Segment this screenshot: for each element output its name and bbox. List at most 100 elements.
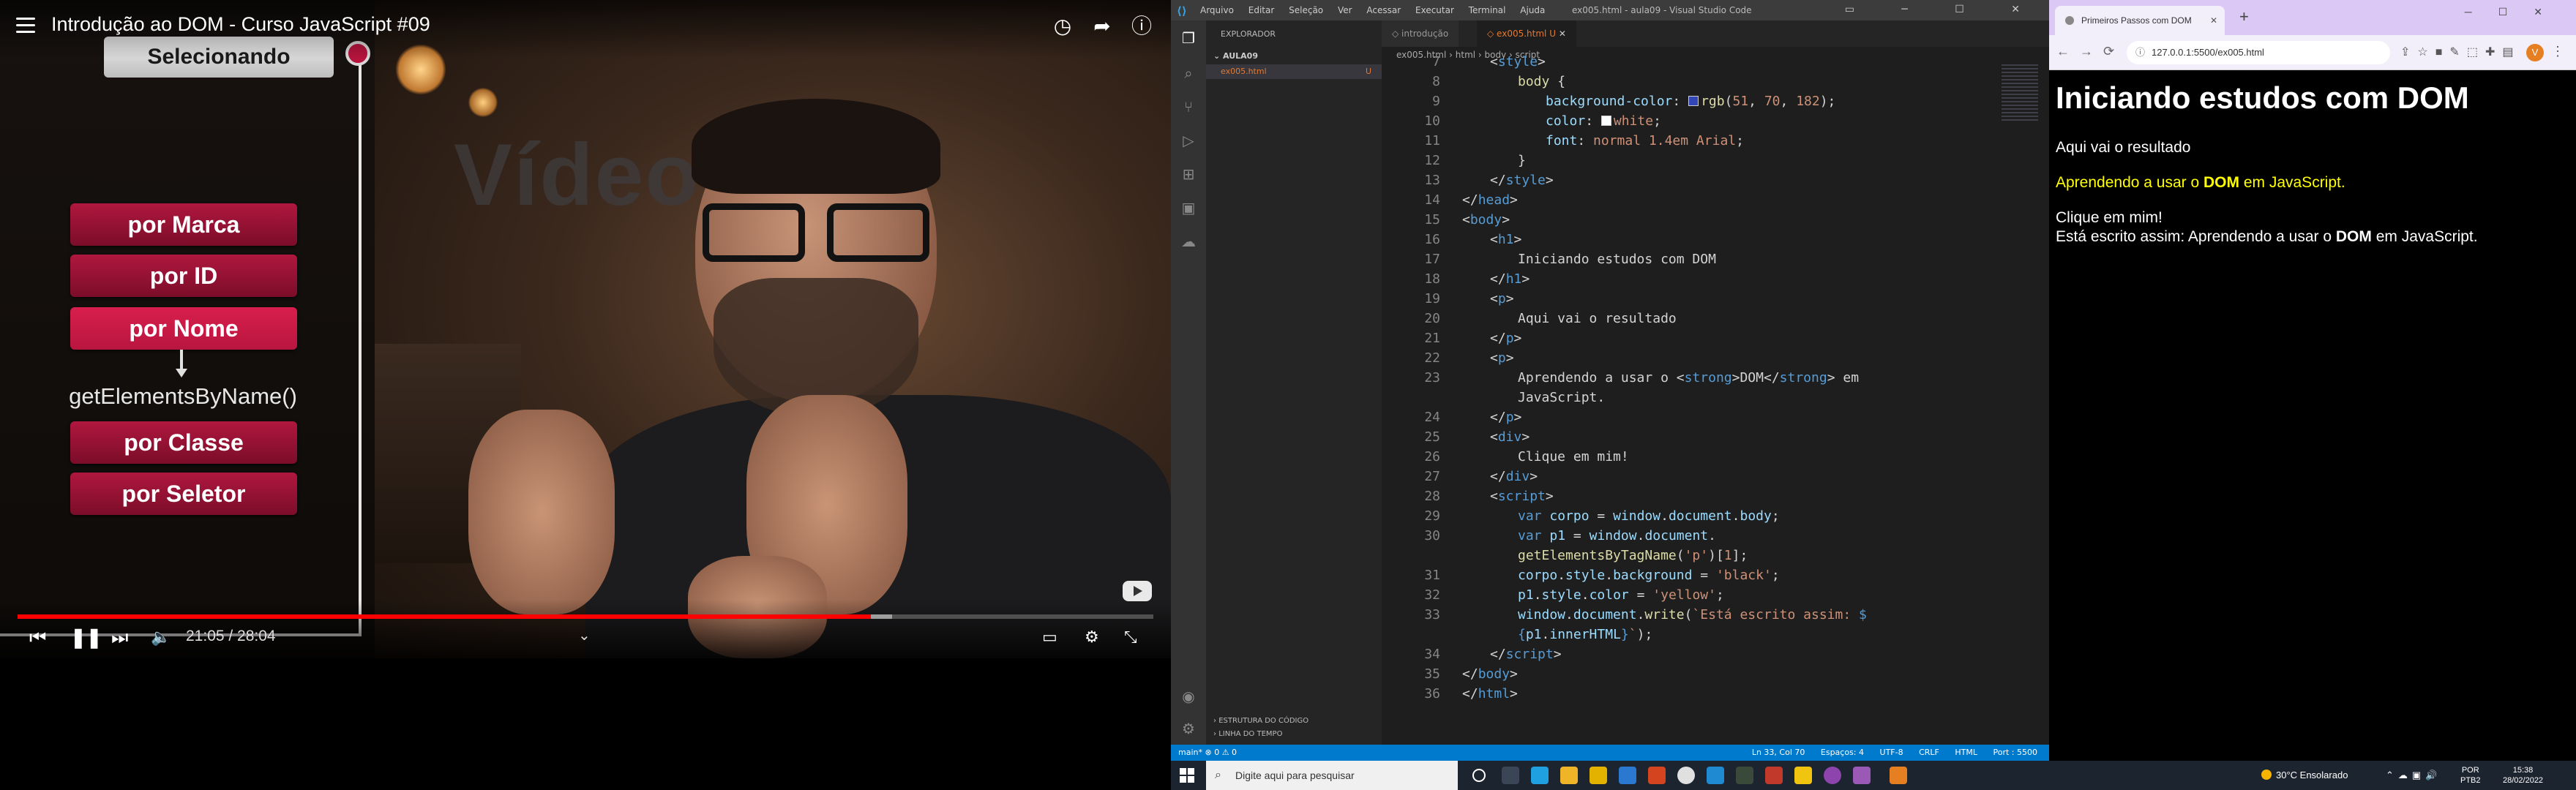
system-tray-icons[interactable]: ⌃☁▣🔊 <box>2386 770 2441 781</box>
close-icon[interactable]: ✕ <box>2210 6 2217 35</box>
app-icon[interactable] <box>1794 767 1812 784</box>
code-line[interactable]: </h1> <box>1490 271 1530 287</box>
menu-item[interactable]: Executar <box>1415 5 1454 15</box>
manage-gear-icon[interactable]: ⚙ <box>1180 720 1197 737</box>
menu-item[interactable]: Ajuda <box>1520 5 1545 15</box>
code-line[interactable]: var corpo = window.document.body; <box>1518 508 1780 524</box>
window-controls[interactable]: ─☐✕ <box>2465 6 2569 18</box>
more-menu-icon[interactable]: ⋮ <box>2551 44 2564 59</box>
code-line[interactable]: <body> <box>1462 212 1510 227</box>
address-bar[interactable]: ⓘ 127.0.0.1:5500/ex005.html <box>2127 41 2390 64</box>
app-icon[interactable] <box>1765 767 1783 784</box>
subtitles-icon[interactable]: ▭ <box>1042 626 1057 648</box>
volume-icon[interactable]: 🔈 <box>151 626 171 648</box>
tab-ex005[interactable]: ◇ ex005.html U ✕ <box>1477 20 1576 47</box>
indentation[interactable]: Espaços: 4 <box>1821 748 1864 757</box>
app-icon[interactable] <box>1853 767 1871 784</box>
next-icon[interactable]: ⏭ <box>111 626 128 648</box>
menu-item[interactable]: Acessar <box>1366 5 1401 15</box>
line-ending[interactable]: CRLF <box>1919 748 1939 757</box>
code-line[interactable]: <p> <box>1490 291 1514 306</box>
task-view-icon[interactable] <box>1502 767 1519 784</box>
chevron-down-icon[interactable]: ⌄ <box>578 626 591 644</box>
code-line[interactable]: Iniciando estudos com DOM <box>1518 252 1716 267</box>
playlist-menu-icon[interactable] <box>16 18 35 34</box>
menu-item[interactable]: Terminal <box>1469 5 1506 15</box>
app-icon[interactable] <box>1736 767 1753 784</box>
edge-icon[interactable] <box>1531 767 1549 784</box>
settings-icon[interactable]: ⚙ <box>1085 626 1099 648</box>
language-mode[interactable]: HTML <box>1955 748 1977 757</box>
code-line[interactable]: p1.style.color = 'yellow'; <box>1518 587 1724 603</box>
windows-start-icon[interactable] <box>1180 768 1194 783</box>
code-line[interactable]: </html> <box>1462 686 1518 701</box>
code-line[interactable]: background-color: rgb(51, 70, 182); <box>1546 94 1835 109</box>
code-line[interactable]: <style> <box>1490 54 1546 69</box>
share-icon[interactable]: ➦ <box>1089 13 1115 40</box>
code-line[interactable]: </p> <box>1490 410 1521 425</box>
code-line[interactable]: JavaScript. <box>1518 390 1605 405</box>
code-line[interactable]: color: white; <box>1546 113 1661 129</box>
remote-icon[interactable]: ▣ <box>1180 199 1197 217</box>
code-editor[interactable]: 7 <style> 8 body {9 background-color: rgb(51… <box>1382 54 2049 745</box>
menu-item[interactable]: Seleção <box>1289 5 1323 15</box>
code-line[interactable]: </div> <box>1490 469 1538 484</box>
account-icon[interactable]: ◉ <box>1180 688 1197 705</box>
code-line[interactable]: </head> <box>1462 192 1518 208</box>
encoding[interactable]: UTF-8 <box>1880 748 1903 757</box>
video-title[interactable]: Introdução ao DOM - Curso JavaScript #09 <box>51 13 430 36</box>
code-line[interactable]: <div> <box>1490 429 1530 445</box>
code-line[interactable]: Aprendendo a usar o <strong>DOM</strong>… <box>1518 370 1859 385</box>
extensions-icon[interactable]: ⊞ <box>1180 165 1197 183</box>
site-info-icon[interactable]: ⓘ <box>2135 41 2145 64</box>
cursor-position[interactable]: Ln 33, Col 70 <box>1752 748 1805 757</box>
video-player[interactable]: Selecionando por Marca por ID por Nome g… <box>0 0 1171 658</box>
previous-icon[interactable]: ⏮ <box>29 626 46 648</box>
navigation-buttons[interactable]: ←→⟳ <box>2056 44 2124 59</box>
app-icon[interactable] <box>1890 767 1907 784</box>
code-line[interactable]: getElementsByTagName('p')[1]; <box>1518 548 1748 563</box>
status-left[interactable]: main* ⊗ 0 ⚠ 0 <box>1178 745 1237 761</box>
code-line[interactable]: Clique em mim! <box>1518 449 1629 464</box>
browser-tab[interactable]: Primeiros Passos com DOM ✕ <box>2055 6 2225 35</box>
breadcrumb[interactable]: ex005.html › html › body › script <box>1382 47 2049 63</box>
fullscreen-exit-icon[interactable]: ⤡ <box>1124 626 1137 648</box>
minimap[interactable] <box>2002 64 2038 123</box>
tab-introducao[interactable]: ◇ introdução <box>1382 20 1459 47</box>
office-icon[interactable] <box>1648 767 1666 784</box>
docker-icon[interactable]: ☁ <box>1180 233 1197 250</box>
taskbar-search-input[interactable]: ⌕ Digite aqui para pesquisar <box>1206 761 1458 790</box>
mail-icon[interactable] <box>1619 767 1636 784</box>
source-control-icon[interactable]: ⑂ <box>1180 98 1197 116</box>
weather-widget[interactable]: 30°C Ensolarado <box>2261 770 2348 780</box>
store-icon[interactable] <box>1590 767 1607 784</box>
breadcrumb-item[interactable]: html <box>1456 50 1475 60</box>
cortana-icon[interactable] <box>1472 769 1486 782</box>
youtube-logo-icon[interactable] <box>1123 581 1152 601</box>
close-icon[interactable]: ✕ <box>1559 29 1566 39</box>
pause-icon[interactable]: ❚❚ <box>70 626 102 648</box>
menu-item[interactable]: Ver <box>1338 5 1352 15</box>
vscode-taskbar-icon[interactable] <box>1707 767 1724 784</box>
code-line[interactable]: var p1 = window.document. <box>1518 528 1716 543</box>
run-debug-icon[interactable]: ▷ <box>1180 132 1197 149</box>
avatar[interactable]: V <box>2526 44 2544 61</box>
watch-later-icon[interactable]: ◷ <box>1049 13 1076 40</box>
code-line[interactable]: Aqui vai o resultado <box>1518 311 1677 326</box>
code-line[interactable]: font: normal 1.4em Arial; <box>1546 133 1744 148</box>
code-line[interactable]: </style> <box>1490 173 1554 188</box>
clickable-div[interactable]: Clique em mim! <box>2056 209 2163 227</box>
extension-icons[interactable]: ⇪☆■✎⬚✚▤ <box>2400 45 2520 59</box>
timeline-section[interactable]: › LINHA DO TEMPO <box>1213 730 1282 738</box>
code-line[interactable]: <p> <box>1490 350 1514 366</box>
file-explorer-icon[interactable] <box>1560 767 1578 784</box>
code-line[interactable]: <script> <box>1490 489 1554 504</box>
clock[interactable]: 15:38 28/02/2022 <box>2503 765 2543 786</box>
code-line[interactable]: <h1> <box>1490 232 1521 247</box>
menu-item[interactable]: Editar <box>1248 5 1275 15</box>
code-line[interactable]: </body> <box>1462 666 1518 682</box>
app-icon[interactable] <box>1824 767 1841 784</box>
window-controls[interactable]: ▭ ─ ☐ ✕ <box>1845 4 2042 15</box>
code-line[interactable]: {p1.innerHTML}`); <box>1518 627 1652 642</box>
outline-section[interactable]: › ESTRUTURA DO CÓDIGO <box>1213 717 1308 725</box>
